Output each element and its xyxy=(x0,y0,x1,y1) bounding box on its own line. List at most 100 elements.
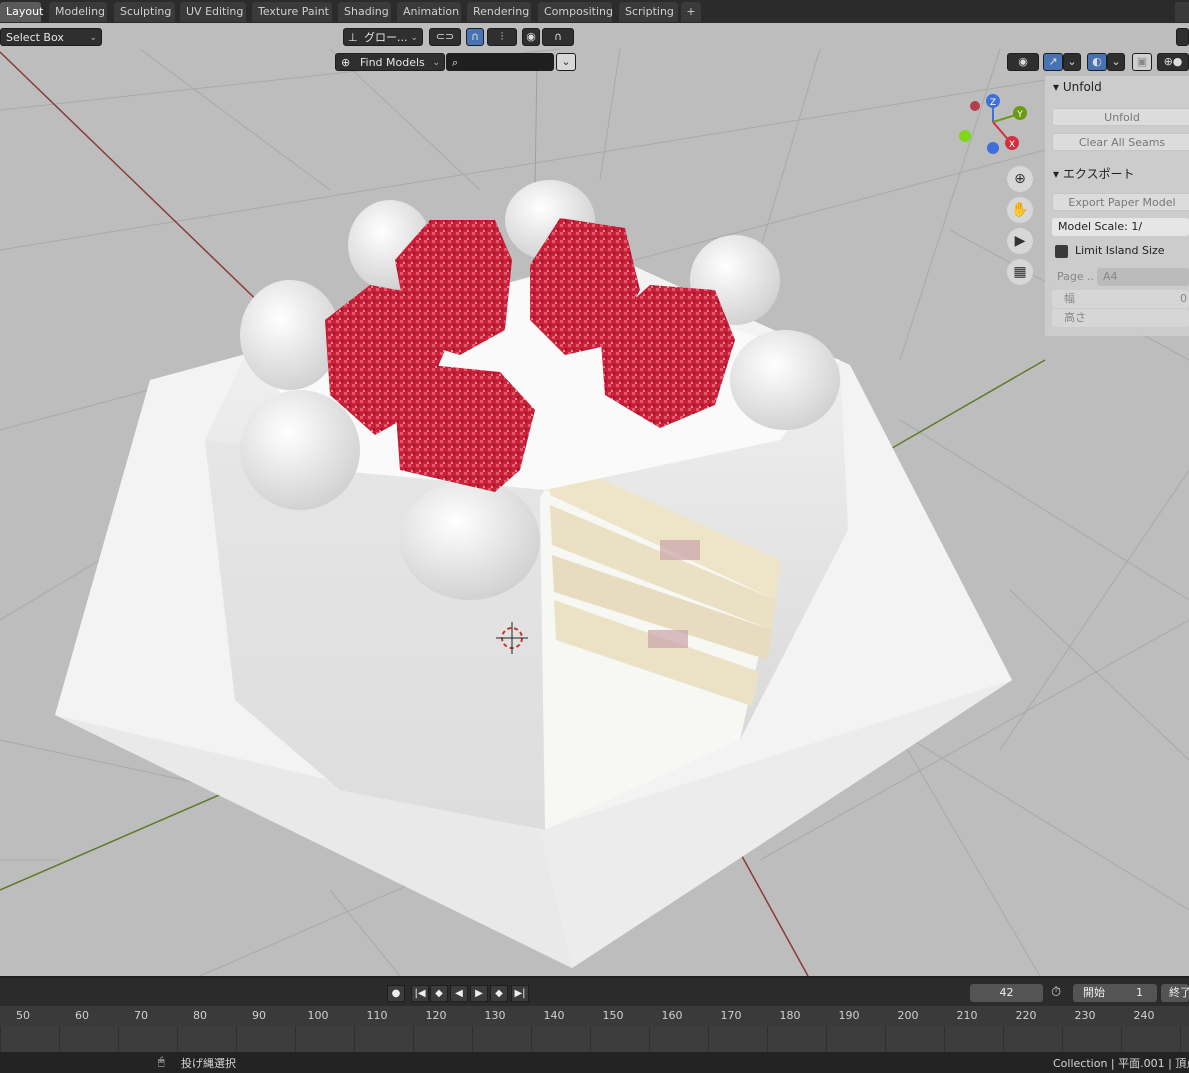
pan-button[interactable]: ✋ xyxy=(1007,197,1033,223)
frame-tick-label: 100 xyxy=(307,1009,329,1022)
status-left-text: 投げ縄選択 xyxy=(181,1057,236,1070)
gizmo-toggle[interactable]: ↗ xyxy=(1043,53,1063,71)
height-label: 高さ xyxy=(1064,311,1086,324)
jump-start-icon: |◀ xyxy=(414,988,426,999)
frame-tick-label: 220 xyxy=(1015,1009,1037,1022)
tab-texture-paint[interactable]: Texture Paint xyxy=(252,2,332,22)
play-icon: ▶ xyxy=(475,988,483,999)
add-workspace-button[interactable]: + xyxy=(681,2,701,22)
camera-view-button[interactable]: ▶ xyxy=(1007,228,1033,254)
end-frame-field[interactable]: 終了 xyxy=(1161,984,1189,1002)
status-bar: 🖱 投げ縄選択 Collection | 平面.001 | 頂点 xyxy=(0,1052,1189,1073)
falloff-dropdown[interactable]: ∩ xyxy=(542,28,574,46)
timeline-ruler[interactable]: 50 60 70 80 90 100 110 120 130 140 150 160 170 180 190… xyxy=(0,1006,1189,1052)
jump-end-button[interactable]: ▶| xyxy=(511,985,529,1002)
stopwatch-icon[interactable]: ⏱ xyxy=(1051,985,1069,1003)
sidebar-panel: ▾ Unfold Unfold Clear All Seams ▾ エクスポート… xyxy=(1045,76,1189,336)
snap-toggle[interactable]: ∩ xyxy=(466,28,484,46)
unfold-button[interactable]: Unfold xyxy=(1052,108,1189,126)
tab-layout[interactable]: Layout xyxy=(0,2,43,22)
transform-orientation-dropdown[interactable]: ⊥ グロー... ⌄ xyxy=(343,28,423,46)
export-paper-model-button[interactable]: Export Paper Model xyxy=(1052,193,1189,211)
jump-start-button[interactable]: |◀ xyxy=(411,985,429,1002)
frame-tick-label: 80 xyxy=(193,1009,207,1022)
play-button[interactable]: ▶ xyxy=(470,985,488,1002)
tab-animation[interactable]: Animation xyxy=(397,2,461,22)
export-header-label: エクスポート xyxy=(1062,167,1135,181)
zoom-button[interactable]: ⊕ xyxy=(1007,166,1033,192)
frame-tick-label: 230 xyxy=(1074,1009,1096,1022)
tab-compositing[interactable]: Compositing xyxy=(538,2,613,22)
select-mode-dropdown[interactable]: Select Box ⌄ xyxy=(0,28,102,46)
model-scale-label: Model Scale: xyxy=(1058,220,1128,233)
tab-uv-editing[interactable]: UV Editing xyxy=(180,2,246,22)
frame-tick-label: 140 xyxy=(543,1009,565,1022)
search-icon: ⌕ xyxy=(452,56,459,69)
frame-tick-label: 50 xyxy=(16,1009,30,1022)
xray-toggle[interactable]: ▣ xyxy=(1132,53,1152,71)
transform-orientation-label: グロー... xyxy=(364,31,408,44)
frame-tick-label: 180 xyxy=(779,1009,801,1022)
next-keyframe-icon: ◆ xyxy=(495,988,503,999)
page-size-dropdown[interactable]: A4 xyxy=(1097,268,1189,286)
play-reverse-button[interactable]: ◀ xyxy=(450,985,468,1002)
search-input[interactable]: ⌕ xyxy=(446,53,554,71)
link-icon: ⊂⊃ xyxy=(435,30,455,43)
falloff-curve-icon: ∩ xyxy=(553,30,563,43)
frame-tick-label: 160 xyxy=(661,1009,683,1022)
tab-modeling[interactable]: Modeling xyxy=(49,2,107,22)
find-models-dropdown[interactable]: ⊕ Find Models ⌄ xyxy=(335,53,445,71)
tab-shading[interactable]: Shading xyxy=(338,2,391,22)
snap-target-dropdown[interactable]: ⫶ xyxy=(487,28,517,46)
start-frame-field[interactable]: 開始 1 xyxy=(1073,984,1157,1002)
globe-icon: ⊕ xyxy=(341,56,351,69)
chevron-down-icon: ⌄ xyxy=(561,55,571,68)
end-label: 終了 xyxy=(1169,986,1189,999)
grid-icon: ▦ xyxy=(1013,264,1027,280)
snap-icon: ⫶ xyxy=(500,30,504,43)
chevron-down-icon: ⌄ xyxy=(89,33,97,43)
collapse-arrow-icon: ▾ xyxy=(1053,167,1063,181)
pivot-point-button[interactable]: ⊂⊃ xyxy=(429,28,461,46)
eye-icon: ◉ xyxy=(1018,55,1028,68)
tab-scripting[interactable]: Scripting xyxy=(619,2,678,22)
chevron-down-icon: ⌄ xyxy=(432,58,440,68)
frame-tick-label: 130 xyxy=(484,1009,506,1022)
search-options-button[interactable]: ⌄ xyxy=(556,53,576,71)
magnet-icon: ∩ xyxy=(470,30,480,43)
shading-mode-buttons[interactable]: ⊕● xyxy=(1157,53,1189,71)
next-keyframe-button[interactable]: ◆ xyxy=(490,985,508,1002)
limit-island-checkbox[interactable] xyxy=(1055,245,1068,258)
overlay-dropdown[interactable]: ⌄ xyxy=(1107,53,1125,71)
current-frame-field[interactable]: 42 xyxy=(970,984,1043,1002)
export-header[interactable]: ▾ エクスポート xyxy=(1053,165,1134,182)
visibility-dropdown[interactable]: ◉ xyxy=(1007,53,1039,71)
width-field[interactable]: 幅 0 xyxy=(1052,290,1189,308)
record-button[interactable]: ● xyxy=(387,985,405,1002)
gizmo-z-label: Z xyxy=(990,98,996,108)
start-label: 開始 xyxy=(1083,986,1105,999)
tab-sculpting[interactable]: Sculpting xyxy=(114,2,175,22)
prev-keyframe-icon: ◆ xyxy=(435,988,443,999)
limit-island-label: Limit Island Size xyxy=(1075,244,1165,257)
ortho-toggle-button[interactable]: ▦ xyxy=(1007,259,1033,285)
model-scale-value: 1/ xyxy=(1131,220,1143,233)
width-label: 幅 xyxy=(1064,292,1075,305)
play-reverse-icon: ◀ xyxy=(455,988,463,999)
scene-selector[interactable] xyxy=(1175,2,1189,22)
height-field[interactable]: 高さ xyxy=(1052,309,1189,327)
timeline-header: ● |◀ ◆ ◀ ▶ ◆ ▶| 42 ⏱ 開始 1 終了 xyxy=(0,976,1189,1006)
select-mode-label: Select Box xyxy=(6,31,64,44)
overlay-toggle[interactable]: ◐ xyxy=(1087,53,1107,71)
clear-all-seams-button[interactable]: Clear All Seams xyxy=(1052,133,1189,151)
model-scale-field[interactable]: Model Scale: 1/ xyxy=(1052,218,1189,236)
proportional-edit-toggle[interactable]: ◉ xyxy=(522,28,540,46)
gizmo-dropdown[interactable]: ⌄ xyxy=(1063,53,1081,71)
width-value: 0 xyxy=(1180,292,1187,305)
options-button[interactable] xyxy=(1176,28,1189,46)
page-label: Page .. xyxy=(1057,270,1095,283)
frame-tick-label: 90 xyxy=(252,1009,266,1022)
unfold-header[interactable]: ▾ Unfold xyxy=(1053,80,1102,94)
tab-rendering[interactable]: Rendering xyxy=(467,2,531,22)
prev-keyframe-button[interactable]: ◆ xyxy=(430,985,448,1002)
